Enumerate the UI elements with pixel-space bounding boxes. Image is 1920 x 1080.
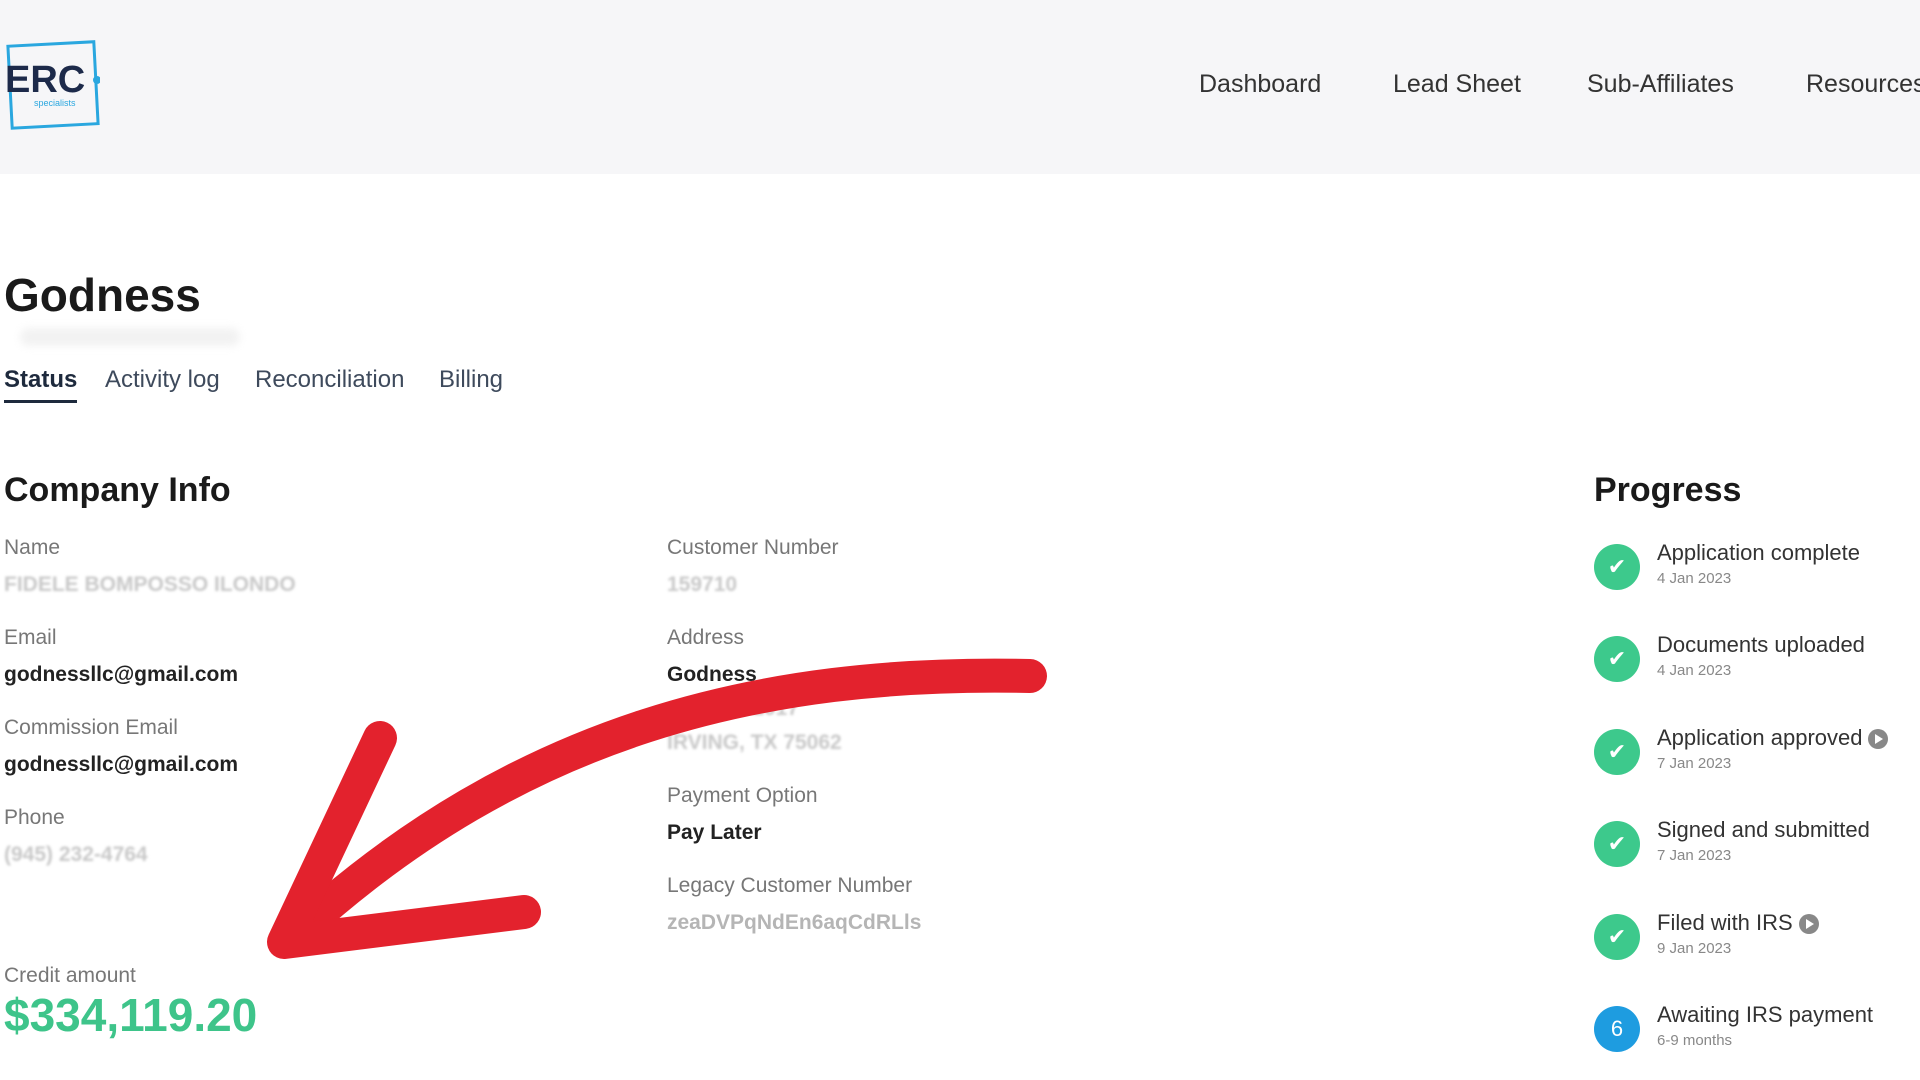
customer-number-value: 159710 xyxy=(667,573,738,596)
play-icon[interactable] xyxy=(1868,729,1889,750)
customer-number-label: Customer Number xyxy=(667,536,839,559)
step-label: Filed with IRS xyxy=(1657,910,1819,936)
legacy-customer-number-value: zeaDVPqNdEn6aqCdRLls xyxy=(667,911,922,934)
play-icon[interactable] xyxy=(1798,914,1819,935)
progress-step: ✔ Documents uploaded 4 Jan 2023 xyxy=(1594,632,1914,692)
nav-sub-affiliates[interactable]: Sub-Affiliates xyxy=(1587,70,1734,99)
step-date: 4 Jan 2023 xyxy=(1657,662,1732,679)
page-title: Godness xyxy=(4,269,201,321)
credit-amount-value: $334,119.20 xyxy=(4,989,258,1041)
legacy-customer-number-label: Legacy Customer Number xyxy=(667,874,913,897)
tab-reconciliation[interactable]: Reconciliation xyxy=(255,366,404,394)
nav-resources[interactable]: Resources xyxy=(1806,70,1920,99)
svg-text:specialists: specialists xyxy=(34,98,76,108)
check-icon: ✔ xyxy=(1594,544,1640,590)
tab-billing[interactable]: Billing xyxy=(439,366,503,394)
tab-activity-log[interactable]: Activity log xyxy=(105,366,220,394)
step-date: 4 Jan 2023 xyxy=(1657,570,1732,587)
name-label: Name xyxy=(4,536,61,559)
phone-value: (945) 232-4764 xyxy=(4,843,148,866)
step-date: 9 Jan 2023 xyxy=(1657,940,1732,957)
step-label: Application approved xyxy=(1657,725,1889,751)
progress-step: ✔ Application complete 4 Jan 2023 xyxy=(1594,540,1914,600)
payment-option-label: Payment Option xyxy=(667,784,818,807)
step-number-badge: 6 xyxy=(1594,1006,1640,1052)
payment-option-value: Pay Later xyxy=(667,821,762,844)
company-info-title: Company Info xyxy=(4,471,231,509)
top-header: ERC specialists Dashboard Lead Sheet Sub… xyxy=(0,0,1920,174)
step-label-text: Application approved xyxy=(1657,725,1863,750)
progress-title: Progress xyxy=(1594,471,1742,509)
address-line3: IRVING, TX 75062 xyxy=(667,731,842,754)
progress-step: ✔ Signed and submitted 7 Jan 2023 xyxy=(1594,817,1914,877)
progress-step: ✔ Application approved 7 Jan 2023 xyxy=(1594,725,1914,785)
address-line1: Godness xyxy=(667,663,757,686)
progress-step: 6 Awaiting IRS payment 6-9 months xyxy=(1594,1002,1914,1062)
blurred-subtitle xyxy=(20,328,240,346)
svg-text:ERC: ERC xyxy=(5,59,85,101)
progress-step: ✔ Filed with IRS 9 Jan 2023 xyxy=(1594,910,1914,970)
email-label: Email xyxy=(4,626,57,649)
step-label: Awaiting IRS payment xyxy=(1657,1002,1874,1027)
step-date: 7 Jan 2023 xyxy=(1657,755,1732,772)
step-label: Signed and submitted xyxy=(1657,817,1870,842)
erc-logo[interactable]: ERC specialists xyxy=(4,40,100,130)
nav-lead-sheet[interactable]: Lead Sheet xyxy=(1393,70,1521,99)
check-icon: ✔ xyxy=(1594,821,1640,867)
phone-label: Phone xyxy=(4,806,65,829)
nav-dashboard[interactable]: Dashboard xyxy=(1199,70,1321,99)
address-line2: ...elle rd 1017 xyxy=(667,697,799,720)
address-label: Address xyxy=(667,626,745,649)
tab-status[interactable]: Status xyxy=(4,366,78,403)
check-icon: ✔ xyxy=(1594,729,1640,775)
email-value: godnessllc@gmail.com xyxy=(4,663,239,686)
check-icon: ✔ xyxy=(1594,636,1640,682)
step-label: Documents uploaded xyxy=(1657,632,1865,657)
check-icon: ✔ xyxy=(1594,914,1640,960)
commission-email-label: Commission Email xyxy=(4,716,178,739)
step-label: Application complete xyxy=(1657,540,1861,565)
step-date: 7 Jan 2023 xyxy=(1657,847,1732,864)
step-date: 6-9 months xyxy=(1657,1032,1733,1049)
credit-amount-label: Credit amount xyxy=(4,964,136,987)
commission-email-value: godnessllc@gmail.com xyxy=(4,753,239,776)
step-label-text: Filed with IRS xyxy=(1657,910,1793,935)
name-value: FIDELE BOMPOSSO ILONDO xyxy=(4,573,296,596)
